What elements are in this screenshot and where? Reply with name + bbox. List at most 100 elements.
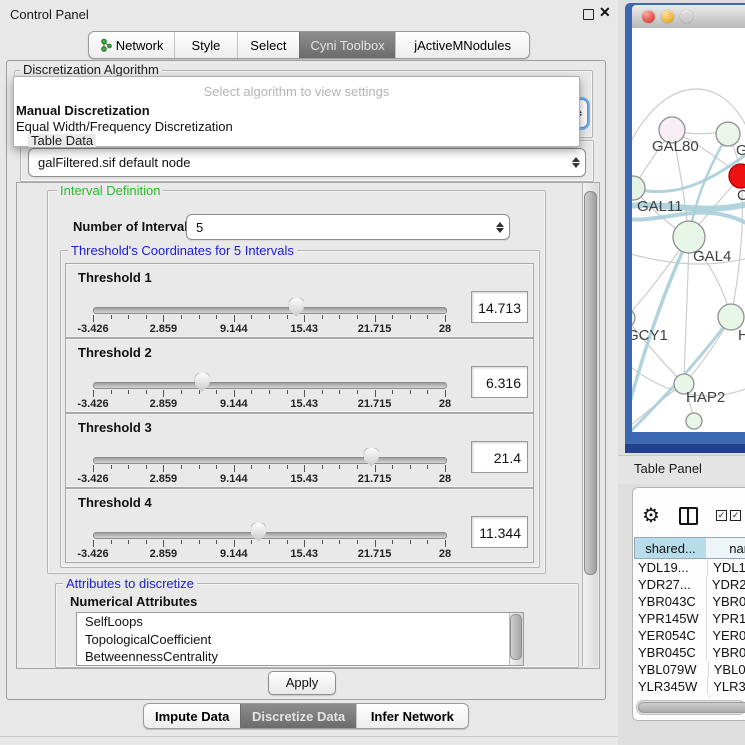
cell-shared-name: YLR345W	[634, 678, 708, 695]
list-item[interactable]: TopologicalCoefficient	[77, 631, 523, 649]
table-data-combo[interactable]: galFiltered.sif default node	[28, 148, 586, 177]
node-label: GAL11	[637, 198, 683, 215]
slider-thumb[interactable]	[364, 448, 379, 467]
apply-button[interactable]: Apply	[268, 671, 336, 695]
threshold-label: Threshold 2	[78, 345, 152, 360]
list-item[interactable]: BetweennessCentrality	[77, 648, 523, 666]
network-node[interactable]	[632, 309, 635, 327]
slider-tick	[392, 390, 393, 394]
tab-select[interactable]: Select	[237, 32, 299, 58]
column-header-name[interactable]: name	[706, 537, 745, 559]
list-item[interactable]: SelfLoops	[77, 613, 523, 631]
cell-name: YDL1	[708, 559, 745, 576]
slider-tick	[269, 540, 270, 544]
slider-tick-label: 9.144	[204, 473, 264, 485]
threshold-value-field[interactable]: 14.713	[471, 291, 528, 323]
slider-tick	[234, 390, 235, 397]
slider-tick	[111, 540, 112, 544]
top-tab-bar: NetworkStyleSelect Cyni Toolbox jActiveMNo…	[88, 31, 530, 59]
slider-tick	[322, 540, 323, 544]
slider-tick	[181, 465, 182, 469]
algorithm-group-title: Discretization Algorithm	[20, 63, 162, 76]
slider-tick	[269, 390, 270, 394]
table-row[interactable]: YBR045CYBR0	[634, 644, 745, 661]
slider-tick	[269, 465, 270, 469]
tab-style[interactable]: Style	[174, 32, 236, 58]
table-row[interactable]: YDR27...YDR2	[634, 576, 745, 593]
threshold-value-field[interactable]: 11.344	[471, 516, 528, 548]
cell-name: YIL0	[710, 695, 742, 698]
slider-tick	[427, 390, 428, 394]
table-row[interactable]: YDL19...YDL1	[634, 559, 745, 576]
list-scrollbar-thumb[interactable]	[510, 614, 522, 660]
slider-track[interactable]	[93, 382, 447, 389]
network-node[interactable]	[686, 413, 702, 429]
tab-jactivemnodules[interactable]: jActiveMNodules	[395, 32, 529, 58]
slider-tick	[216, 315, 217, 319]
vertical-scrollbar-thumb[interactable]	[584, 191, 597, 575]
tab-network[interactable]: Network	[89, 32, 174, 58]
table-row[interactable]: YLR345WYLR3	[634, 678, 745, 695]
slider-tick	[111, 315, 112, 319]
tab-impute-data[interactable]: Impute Data	[144, 704, 240, 728]
dropdown-option[interactable]: Manual Discretization	[16, 103, 150, 118]
cell-name: YPR1	[707, 610, 745, 627]
threshold-value-field[interactable]: 6.316	[471, 366, 528, 398]
number-of-intervals-combo[interactable]: 5	[186, 214, 510, 240]
slider-track[interactable]	[93, 307, 447, 314]
table-panel-title: Table Panel	[634, 461, 702, 476]
table-row[interactable]: YIL052CYIL0	[634, 695, 745, 698]
table-row[interactable]: YER054CYER0	[634, 627, 745, 644]
zoom-window-icon[interactable]	[680, 10, 693, 23]
tab-cyni-toolbox[interactable]: Cyni Toolbox	[299, 32, 395, 58]
list-scrollbar[interactable]	[509, 613, 523, 665]
table-row[interactable]: YPR145WYPR1	[634, 610, 745, 627]
horizontal-scrollbar-thumb[interactable]	[638, 702, 745, 713]
close-panel-icon[interactable]: ✕	[599, 4, 611, 21]
node-label: GCY1	[632, 327, 668, 344]
network-window-frame	[625, 432, 745, 444]
slider-tick	[392, 540, 393, 544]
slider-tick	[304, 390, 305, 397]
slider-track[interactable]	[93, 532, 447, 539]
table-row[interactable]: YBL079WYBL0	[634, 661, 745, 678]
slider-tick	[375, 315, 376, 322]
slider-tick	[199, 390, 200, 394]
slider-thumb[interactable]	[251, 523, 266, 542]
float-panel-icon[interactable]	[583, 9, 594, 20]
threshold-value-field[interactable]: 21.4	[471, 441, 528, 473]
minimize-window-icon[interactable]	[661, 10, 674, 23]
checkbox-icon[interactable]: ✓	[716, 510, 727, 521]
network-node[interactable]	[729, 164, 745, 188]
slider-tick	[287, 465, 288, 469]
columns-icon[interactable]	[679, 507, 698, 525]
cell-name: YER0	[707, 627, 745, 644]
slider-tick	[111, 390, 112, 394]
table-row[interactable]: YBR043CYBR0	[634, 593, 745, 610]
network-node[interactable]	[632, 176, 645, 200]
dropdown-option[interactable]: Equal Width/Frequency Discretization	[16, 119, 233, 134]
slider-track[interactable]	[93, 457, 447, 464]
thresholds-title: Threshold's Coordinates for 5 Intervals	[68, 244, 297, 257]
cell-name: YDR2	[707, 576, 745, 593]
cell-name: YLR3	[708, 678, 745, 695]
tab-discretize-data[interactable]: Discretize Data	[240, 704, 355, 728]
slider-tick	[234, 540, 235, 547]
slider-thumb[interactable]	[195, 373, 210, 392]
network-canvas[interactable]: GAL80GACGAL11GAL4GCY1HAHAP2	[632, 28, 745, 432]
slider-thumb[interactable]	[289, 298, 304, 317]
tab-label: Cyni Toolbox	[311, 38, 385, 53]
gear-icon[interactable]: ⚙	[642, 503, 660, 528]
slider-tick-label: 15.43	[274, 398, 334, 410]
numerical-attributes-list[interactable]: SelfLoopsTopologicalCoefficientBetweenne…	[76, 612, 524, 666]
node-label: GAL4	[693, 248, 731, 265]
slider-tick	[410, 315, 411, 319]
column-header-shared-name[interactable]: shared...	[634, 537, 707, 559]
slider-tick	[410, 540, 411, 544]
panel-title: Control Panel	[10, 7, 89, 22]
checkbox-icon[interactable]: ✓	[730, 510, 741, 521]
slider-tick	[375, 390, 376, 397]
slider-tick	[163, 540, 164, 547]
close-window-icon[interactable]	[642, 10, 655, 23]
tab-infer-network[interactable]: Infer Network	[356, 704, 468, 728]
